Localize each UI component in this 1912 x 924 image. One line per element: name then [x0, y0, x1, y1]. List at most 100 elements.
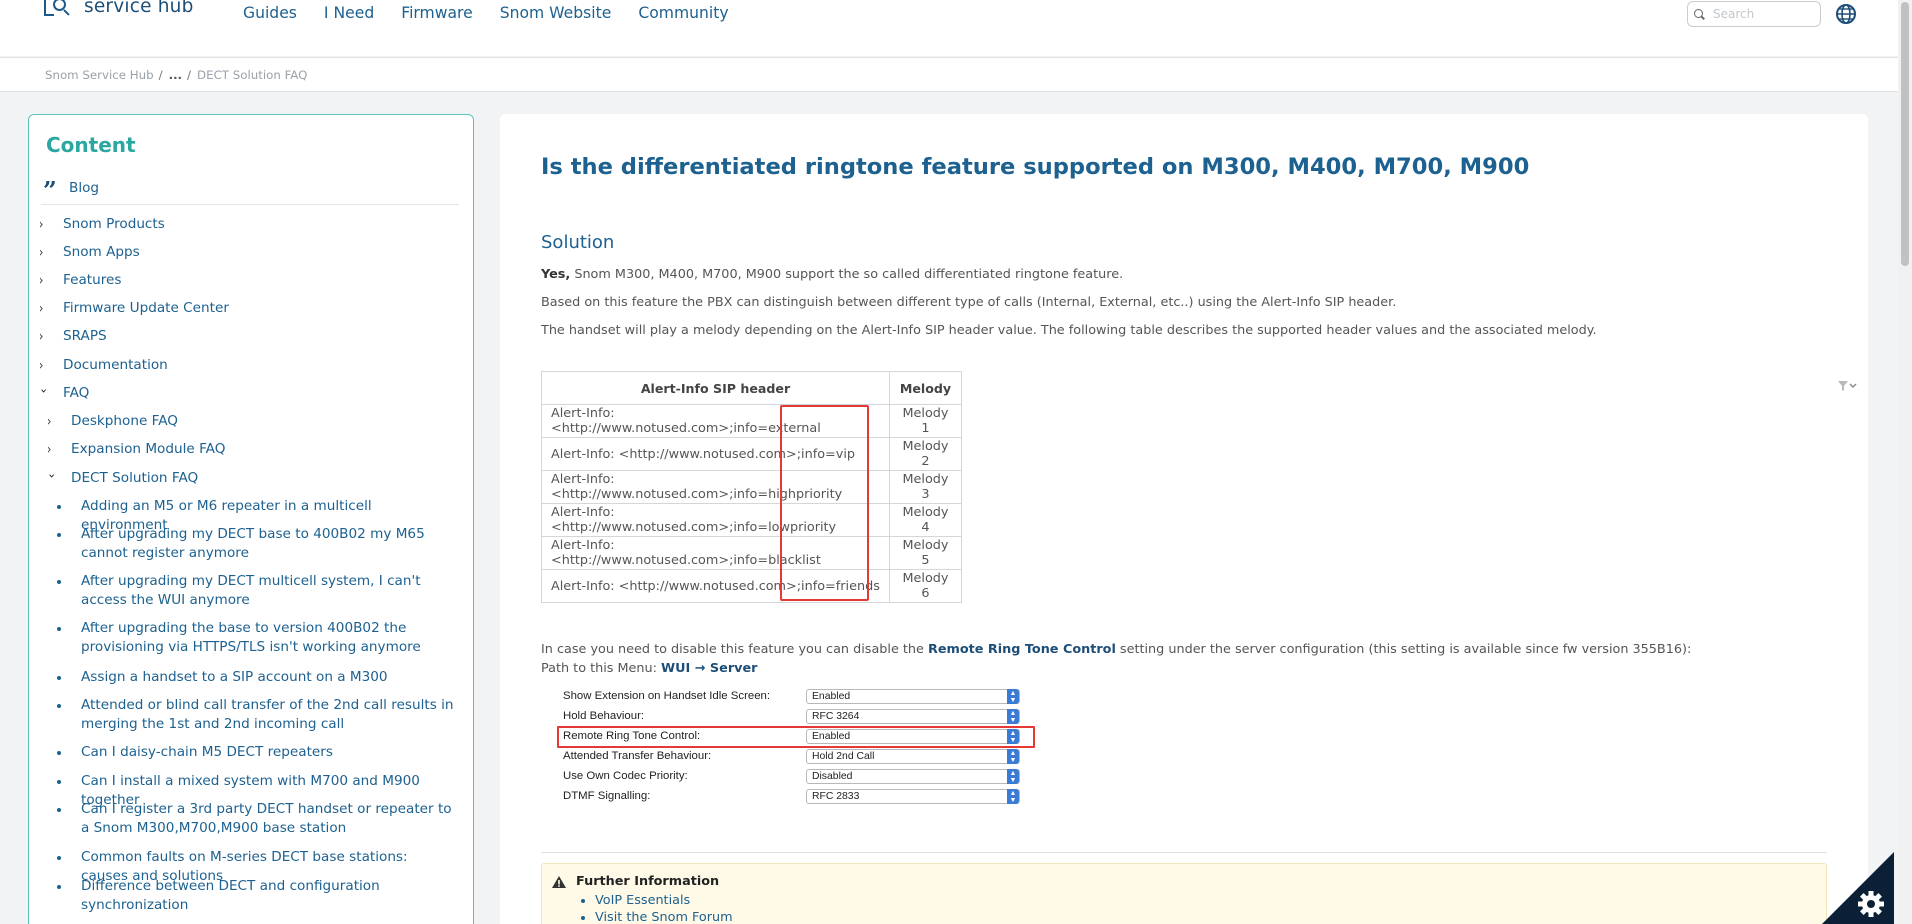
chevron-right-icon[interactable]: › [39, 297, 51, 320]
disable-instructions: In case you need to disable this feature… [541, 642, 1692, 676]
chevron-down-icon[interactable]: ⌄ [39, 377, 51, 400]
nav-firmware[interactable]: Firmware [401, 4, 472, 22]
sidebar-item-after-upgrading-the-base-to-version-400b02-the-provisioning-via-https-tls-isn-t-working-anymore[interactable]: After upgrading the base to version 400B… [57, 619, 457, 657]
scrollbar-thumb[interactable] [1901, 2, 1909, 266]
setting-select[interactable]: Disabled ▲ ▼ [806, 768, 1020, 784]
setting-select[interactable]: Hold 2nd Call ▲ ▼ [806, 748, 1020, 764]
list-item: VoIP Essentials [595, 893, 733, 908]
sidebar-item-label: Expansion Module FAQ [71, 441, 226, 457]
sidebar-item-faq[interactable]: ⌄ FAQ [39, 381, 90, 403]
sidebar-item-label: Assign a handset to a SIP account on a M… [81, 669, 388, 685]
chevron-right-icon[interactable]: › [39, 213, 51, 236]
path-value: WUI → Server [661, 661, 758, 676]
sidebar-item-snom-products[interactable]: › Snom Products [39, 215, 165, 234]
further-info-title: Further Information [552, 874, 719, 889]
search-box[interactable] [1687, 1, 1821, 27]
globe-icon[interactable] [1835, 3, 1857, 25]
bullet-icon [57, 751, 61, 755]
sidebar-item-label: After upgrading my DECT base to 400B02 m… [81, 526, 425, 561]
table-row: Alert-Info: <http://www.notused.com>;inf… [541, 470, 962, 504]
nav-i-need[interactable]: I Need [324, 4, 374, 22]
chevron-right-icon[interactable]: › [47, 438, 59, 461]
setting-value: Enabled [812, 690, 851, 702]
voip-essentials-link[interactable]: VoIP Essentials [595, 893, 690, 908]
table-cell: Melody 5 [889, 536, 962, 570]
top-header: service hub Guides I Need Firmware Snom … [0, 0, 1898, 56]
sidebar-item-label: Snom Apps [63, 244, 140, 260]
table-row: Alert-Info: <http://www.notused.com>;inf… [541, 437, 962, 471]
breadcrumb-ellipsis[interactable]: ... [169, 68, 182, 82]
bullet-icon [57, 808, 61, 812]
sidebar-item-snom-apps[interactable]: › Snom Apps [39, 243, 140, 262]
sidebar-item-features[interactable]: › Features [39, 271, 121, 290]
bullet-icon [57, 533, 61, 537]
settings-gear-corner[interactable] [1822, 852, 1894, 924]
divider [541, 852, 1827, 853]
table-cell: Melody 1 [889, 404, 962, 438]
sidebar-item-label: After upgrading my DECT multicell system… [81, 573, 421, 608]
further-links: VoIP Essentials Visit the Snom Forum [595, 893, 733, 924]
select-arrows-icon: ▲ ▼ [1007, 748, 1019, 764]
filter-icon[interactable] [1837, 379, 1857, 393]
sidebar-item-difference-between-dect-and-configuration-synchronization[interactable]: Difference between DECT and configuratio… [57, 877, 457, 915]
sidebar-item-can-i-register-a-3rd-party-dect-handset-or-repeater-to-a-snom-m300-m700-m900-base-station[interactable]: Can I register a 3rd party DECT handset … [57, 800, 457, 838]
warning-icon [552, 875, 566, 888]
search-input[interactable] [1713, 7, 1813, 21]
content-sidebar: Content ” Blog › Snom Products › Snom Apps ›… [28, 114, 474, 924]
setting-label: DTMF Signalling: [563, 790, 651, 802]
sidebar-item-blog[interactable]: ” Blog [43, 173, 99, 203]
sidebar-item-after-upgrading-my-dect-multicell-system-i-can-t-access-the-wui-anymore[interactable]: After upgrading my DECT multicell system… [57, 572, 457, 610]
select-arrows-icon: ▲ ▼ [1007, 708, 1019, 724]
bullet-icon [57, 676, 61, 680]
setting-row: Attended Transfer Behaviour: Hold 2nd Cal… [555, 746, 1020, 766]
service-hub-logo[interactable]: service hub [42, 0, 194, 18]
search-icon [1694, 8, 1705, 20]
list-item: Visit the Snom Forum [595, 910, 733, 924]
sidebar-item-label: Difference between DECT and configuratio… [81, 878, 380, 913]
sidebar-item-can-i-daisy-chain-m5-dect-repeaters[interactable]: Can I daisy-chain M5 DECT repeaters [57, 743, 457, 762]
page-title: Is the differentiated ringtone feature s… [541, 154, 1530, 180]
sidebar-item-label: Documentation [63, 357, 168, 373]
breadcrumb-root[interactable]: Snom Service Hub [45, 68, 154, 82]
solution-heading: Solution [541, 232, 615, 253]
setting-label: Attended Transfer Behaviour: [563, 750, 712, 762]
sidebar-item-firmware-update-center[interactable]: › Firmware Update Center [39, 299, 229, 318]
chevron-right-icon[interactable]: › [39, 241, 51, 264]
chevron-right-icon[interactable]: › [39, 269, 51, 292]
setting-select[interactable]: Enabled ▲ ▼ [806, 688, 1020, 704]
sidebar-item-label: Can I daisy-chain M5 DECT repeaters [81, 744, 333, 760]
quote-icon: ” [43, 176, 57, 205]
nav-community[interactable]: Community [638, 4, 728, 22]
sidebar-item-label: Deskphone FAQ [71, 413, 178, 429]
page-scrollbar[interactable] [1898, 0, 1912, 924]
sidebar-item-dect-solution-faq[interactable]: ⌄ DECT Solution FAQ [47, 466, 198, 488]
sidebar-item-assign-a-handset-to-a-sip-account-on-a-m300[interactable]: Assign a handset to a SIP account on a M… [57, 668, 457, 687]
sidebar-item-label: Snom Products [63, 216, 165, 232]
sidebar-item-after-upgrading-my-dect-base-to-400b02-my-m65-cannot-register-anymore[interactable]: After upgrading my DECT base to 400B02 m… [57, 525, 457, 563]
nav-guides[interactable]: Guides [243, 4, 297, 22]
sidebar-item-deskphone-faq[interactable]: › Deskphone FAQ [47, 412, 178, 431]
sidebar-item-sraps[interactable]: › SRAPS [39, 327, 107, 346]
chevron-right-icon[interactable]: › [47, 410, 59, 433]
sidebar-item-attended-or-blind-call-transfer-of-the-2nd-call-results-in-merging-the-1st-and-2nd-incoming-call[interactable]: Attended or blind call transfer of the 2… [57, 696, 457, 734]
select-arrows-icon: ▲ ▼ [1007, 768, 1019, 784]
sidebar-divider [41, 204, 459, 205]
chevron-down-icon[interactable]: ⌄ [47, 462, 59, 485]
snom-forum-link[interactable]: Visit the Snom Forum [595, 910, 733, 924]
paragraph-based: Based on this feature the PBX can distin… [541, 295, 1397, 310]
nav-snom-website[interactable]: Snom Website [500, 4, 612, 22]
setting-select[interactable]: RFC 3264 ▲ ▼ [806, 708, 1020, 724]
sidebar-item-label: Can I register a 3rd party DECT handset … [81, 801, 452, 836]
chevron-right-icon[interactable]: › [39, 354, 51, 377]
chevron-right-icon[interactable]: › [39, 325, 51, 348]
setting-label: Use Own Codec Priority: [563, 770, 688, 782]
sidebar-item-label: FAQ [63, 385, 90, 401]
remote-ring-tone-link[interactable]: Remote Ring Tone Control [928, 642, 1116, 657]
setting-select[interactable]: RFC 2833 ▲ ▼ [806, 788, 1020, 804]
sidebar-item-expansion-module-faq[interactable]: › Expansion Module FAQ [47, 440, 225, 459]
sidebar-item-documentation[interactable]: › Documentation [39, 356, 168, 375]
bullet-icon [57, 856, 61, 860]
server-settings-screenshot: Show Extension on Handset Idle Screen: En… [555, 686, 1035, 804]
table-header: Alert-Info SIP header [541, 371, 890, 405]
paragraph-yes: Yes, Snom M300, M400, M700, M900 support… [541, 267, 1124, 282]
